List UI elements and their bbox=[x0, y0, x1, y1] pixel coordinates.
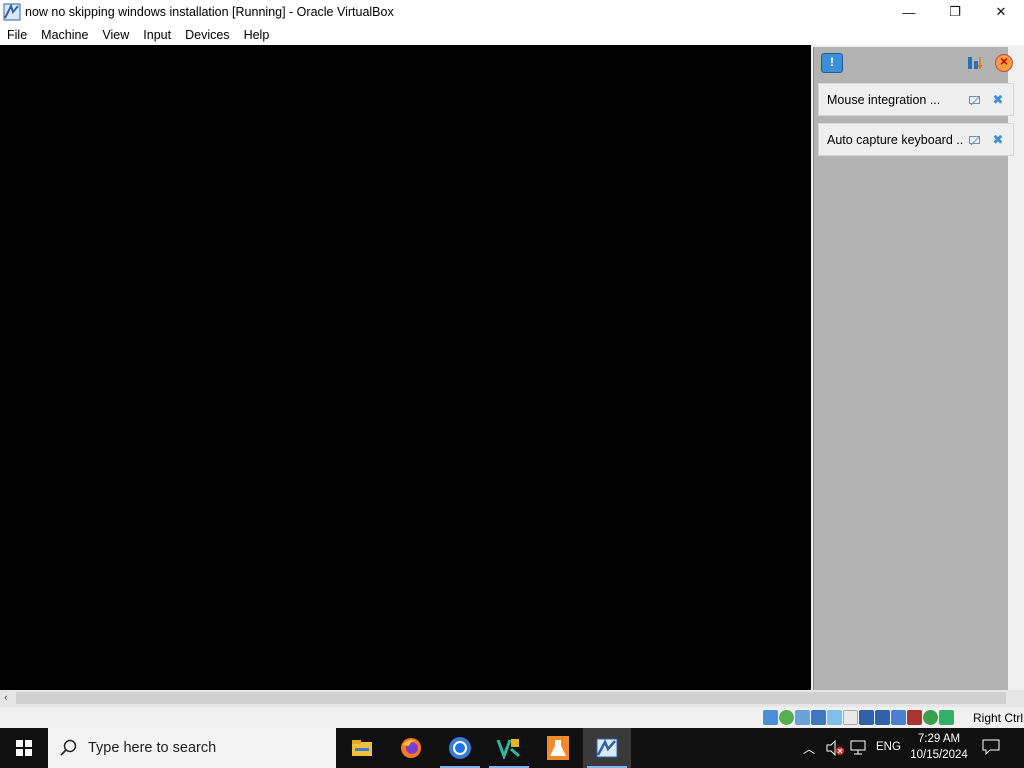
horizontal-scrollbar[interactable]: ‹ bbox=[0, 690, 1024, 707]
window-controls: — ❐ ✕ bbox=[886, 0, 1024, 24]
input-language[interactable]: ENG bbox=[876, 741, 901, 753]
start-button[interactable] bbox=[0, 728, 48, 768]
host-key-label: Right Ctrl bbox=[973, 711, 1024, 725]
audio-icon[interactable] bbox=[795, 710, 810, 725]
usb-icon[interactable] bbox=[827, 710, 842, 725]
cpu-icon[interactable] bbox=[891, 710, 906, 725]
menu-view[interactable]: View bbox=[95, 28, 136, 42]
close-notification-icon[interactable]: ✖ bbox=[992, 133, 1004, 146]
taskbar-search[interactable]: Type here to search bbox=[48, 728, 336, 768]
taskbar-app-visual-studio[interactable] bbox=[485, 728, 533, 768]
notification-label: Mouse integration ... bbox=[827, 92, 941, 107]
window-title: now no skipping windows installation [Ru… bbox=[25, 5, 394, 19]
search-placeholder: Type here to search bbox=[88, 740, 217, 756]
windows-logo-icon bbox=[16, 740, 32, 756]
scroll-thumb[interactable] bbox=[16, 692, 1006, 704]
taskbar: Type here to search ︿ ENG 7:29 AM 10/15/… bbox=[0, 728, 1024, 768]
menu-help[interactable]: Help bbox=[237, 28, 277, 42]
notification-item[interactable]: Mouse integration ... ✖ bbox=[818, 83, 1014, 116]
scroll-left-icon[interactable]: ‹ bbox=[4, 692, 8, 704]
taskbar-app-firefox[interactable] bbox=[387, 728, 435, 768]
shared-folders-icon[interactable] bbox=[843, 710, 858, 725]
menu-file[interactable]: File bbox=[0, 28, 34, 42]
maximize-button[interactable]: ❐ bbox=[932, 0, 978, 24]
close-button[interactable]: ✕ bbox=[978, 0, 1024, 24]
menu-bar: File Machine View Input Devices Help bbox=[0, 24, 1024, 45]
display-icon[interactable] bbox=[859, 710, 874, 725]
lab-flask-icon bbox=[547, 736, 569, 760]
notification-item[interactable]: Auto capture keyboard ... ✖ bbox=[818, 123, 1014, 156]
chrome-icon bbox=[449, 737, 471, 759]
menu-input[interactable]: Input bbox=[136, 28, 178, 42]
recording-icon[interactable] bbox=[875, 710, 890, 725]
optical-drive-icon[interactable] bbox=[779, 710, 794, 725]
title-bar: now no skipping windows installation [Ru… bbox=[0, 0, 1024, 24]
mouse-integration-icon[interactable] bbox=[923, 710, 938, 725]
dont-show-again-icon[interactable] bbox=[969, 95, 981, 106]
minimize-button[interactable]: — bbox=[886, 0, 932, 24]
search-icon bbox=[60, 739, 78, 757]
show-hidden-icons-icon[interactable]: ︿ bbox=[803, 740, 815, 757]
taskbar-app-lab[interactable] bbox=[534, 728, 582, 768]
vm-display[interactable] bbox=[0, 45, 811, 690]
taskbar-app-virtualbox[interactable] bbox=[583, 728, 631, 768]
status-indicators bbox=[763, 710, 954, 725]
notification-center-icon[interactable] bbox=[821, 53, 843, 73]
network-icon[interactable] bbox=[850, 740, 868, 756]
taskbar-app-file-explorer[interactable] bbox=[338, 728, 386, 768]
network-icon[interactable] bbox=[811, 710, 826, 725]
visual-studio-icon bbox=[496, 739, 520, 759]
speaker-muted-icon[interactable] bbox=[826, 739, 844, 757]
sort-icon[interactable] bbox=[967, 55, 983, 71]
clock[interactable]: 7:29 AM 10/15/2024 bbox=[904, 731, 974, 763]
firefox-icon bbox=[401, 738, 421, 758]
taskbar-app-chrome[interactable] bbox=[436, 728, 484, 768]
dont-show-again-icon[interactable] bbox=[969, 135, 981, 146]
hard-disk-icon[interactable] bbox=[763, 710, 778, 725]
virtualbox-icon bbox=[596, 738, 618, 758]
machine-icon[interactable] bbox=[907, 710, 922, 725]
keyboard-capture-icon[interactable] bbox=[939, 710, 954, 725]
clock-time: 7:29 AM bbox=[917, 733, 961, 745]
clock-date: 10/15/2024 bbox=[910, 749, 968, 761]
close-notification-icon[interactable]: ✖ bbox=[992, 93, 1004, 106]
clear-all-icon[interactable] bbox=[995, 53, 1013, 72]
notification-center-header bbox=[815, 53, 1015, 75]
file-explorer-icon bbox=[352, 740, 372, 756]
status-bar: Right Ctrl bbox=[0, 707, 1024, 728]
notification-center: Mouse integration ... ✖ Auto capture key… bbox=[811, 45, 1024, 690]
menu-machine[interactable]: Machine bbox=[34, 28, 95, 42]
action-center-icon[interactable] bbox=[982, 739, 1000, 756]
virtualbox-app-icon[interactable] bbox=[3, 3, 21, 21]
menu-devices[interactable]: Devices bbox=[178, 28, 236, 42]
notification-label: Auto capture keyboard ... bbox=[827, 132, 964, 147]
